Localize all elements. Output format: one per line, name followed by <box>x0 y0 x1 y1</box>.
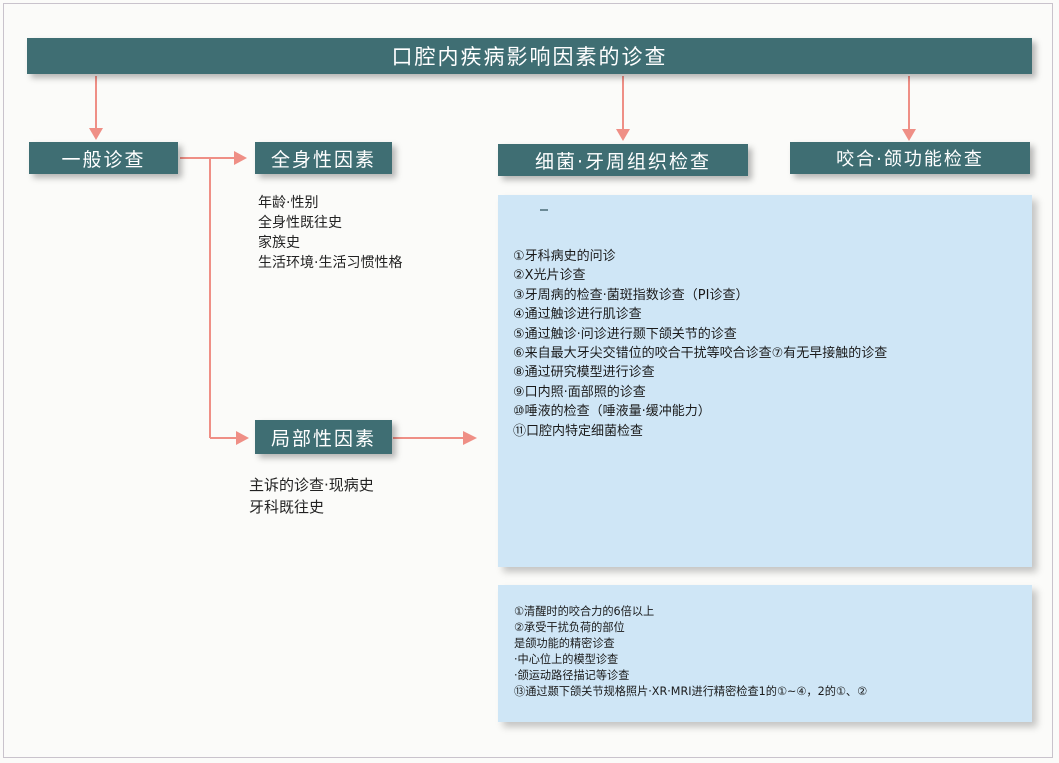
occlusal-exam-item: ②承受干扰负荷的部位 <box>514 621 625 634</box>
bacteria-exam-item: ⑩唾液的检查（唾液量·缓冲能力） <box>513 404 711 420</box>
diagram-title: 口腔内疾病影响因素的诊查 <box>391 45 668 69</box>
general-exam-label: 一般诊查 <box>61 148 146 171</box>
bacteria-exam-item: ③牙周病的检查·菌斑指数诊查（PI诊查） <box>513 287 749 303</box>
systemic-item: 全身性既往史 <box>258 215 342 231</box>
bacteria-exam-item: ⑥来自最大牙尖交错位的咬合干扰等咬合诊查⑦有无早接触的诊查 <box>513 346 888 362</box>
systemic-factors-list: 年龄·性别 全身性既往史 家族史 生活环境·生活习惯性格 <box>258 193 402 273</box>
general-exam-box: 一般诊查 <box>29 142 178 174</box>
systemic-factors-box: 全身性因素 <box>255 142 392 174</box>
bacteria-exam-item: ⑪口腔内特定细菌检查 <box>513 423 644 439</box>
arrowhead-bacteria <box>616 129 630 141</box>
bacteria-exam-item: ④通过触诊进行肌诊查 <box>513 307 642 323</box>
arrowhead-panel <box>463 431 477 445</box>
occlusal-exam-item: ·颌运动路径描记等诊查 <box>514 669 630 682</box>
arrowhead-local <box>236 431 249 445</box>
occlusal-exam-item: 是颌功能的精密诊查 <box>514 637 615 650</box>
bacteria-exam-item: ⑨口内照·面部照的诊查 <box>513 384 646 400</box>
occlusal-exam-label: 咬合·颌功能检查 <box>836 149 984 170</box>
local-factors-label: 局部性因素 <box>270 427 376 450</box>
local-factors-list: 主诉的诊查·现病史 牙科既往史 <box>249 474 374 518</box>
occlusal-exam-item: ·中心位上的模型诊查 <box>514 653 619 666</box>
arrowhead-systemic <box>234 151 247 165</box>
diagram-title-banner: 口腔内疾病影响因素的诊查 <box>27 38 1032 74</box>
systemic-factors-label: 全身性因素 <box>270 148 376 171</box>
bacteria-exam-list: ①牙科病史的问诊 ②X光片诊查 ③牙周病的检查·菌斑指数诊查（PI诊查） ④通过… <box>513 247 887 441</box>
systemic-item: 生活环境·生活习惯性格 <box>258 255 403 271</box>
occlusal-exam-item: ①清醒时的咬合力的6倍以上 <box>514 605 655 618</box>
panel-mark <box>540 209 548 211</box>
local-item: 牙科既往史 <box>249 498 325 516</box>
bacteria-exam-item: ⑤通过触诊·问诊进行颞下颌关节的诊查 <box>513 326 737 342</box>
arrowhead-general <box>89 128 103 140</box>
bacteria-exam-item: ②X光片诊查 <box>513 268 586 284</box>
occlusal-exam-item: ⑬通过颞下颌关节规格照片·XR·MRI进行精密检查1的①~④，2的①、② <box>514 685 868 698</box>
bacteria-exam-box: 细菌·牙周组织检查 <box>498 144 748 176</box>
local-item: 主诉的诊查·现病史 <box>249 476 374 494</box>
arrowhead-occlusal <box>902 129 916 141</box>
occlusal-exam-list: ①清醒时的咬合力的6倍以上 ②承受干扰负荷的部位 是颌功能的精密诊查 ·中心位上… <box>514 604 867 700</box>
systemic-item: 年龄·性别 <box>258 195 319 211</box>
bacteria-exam-item: ①牙科病史的问诊 <box>513 249 616 264</box>
local-factors-box: 局部性因素 <box>255 420 392 454</box>
occlusal-exam-box: 咬合·颌功能检查 <box>790 142 1030 174</box>
bacteria-exam-item: ⑧通过研究模型进行诊查 <box>513 365 655 381</box>
bacteria-exam-label: 细菌·牙周组织检查 <box>534 150 712 173</box>
systemic-item: 家族史 <box>258 235 300 251</box>
